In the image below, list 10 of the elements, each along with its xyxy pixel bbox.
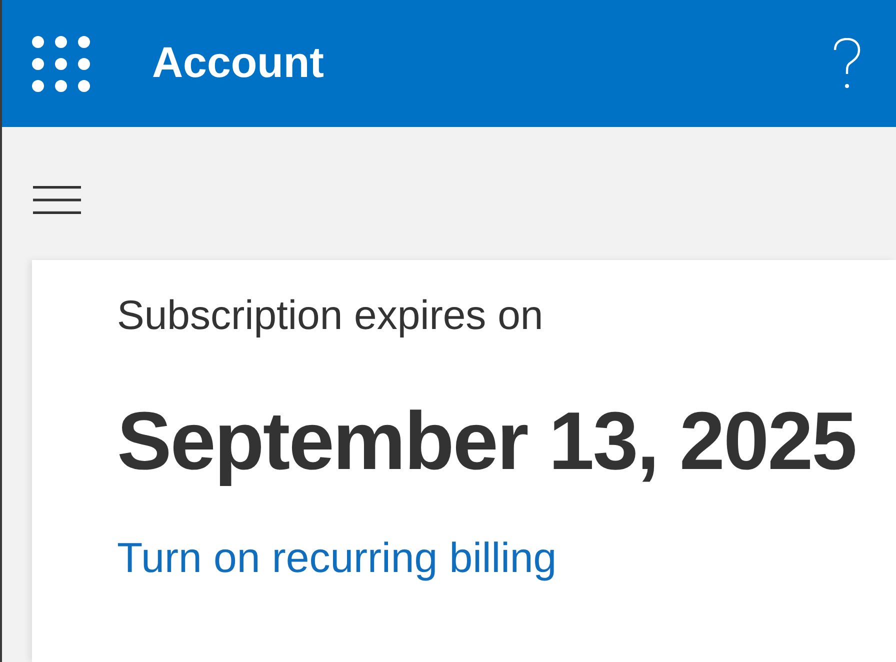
menu-icon bbox=[33, 186, 81, 214]
page-title: Account bbox=[152, 42, 324, 85]
app-launcher-button[interactable] bbox=[32, 36, 90, 92]
help-button[interactable] bbox=[832, 38, 862, 90]
app-launcher-icon bbox=[32, 36, 90, 92]
recurring-billing-link[interactable]: Turn on recurring billing bbox=[117, 532, 557, 584]
expiry-label: Subscription expires on bbox=[117, 291, 544, 340]
help-icon bbox=[833, 38, 861, 90]
menu-button[interactable] bbox=[32, 184, 82, 214]
expiry-date: September 13, 2025 bbox=[117, 395, 856, 489]
